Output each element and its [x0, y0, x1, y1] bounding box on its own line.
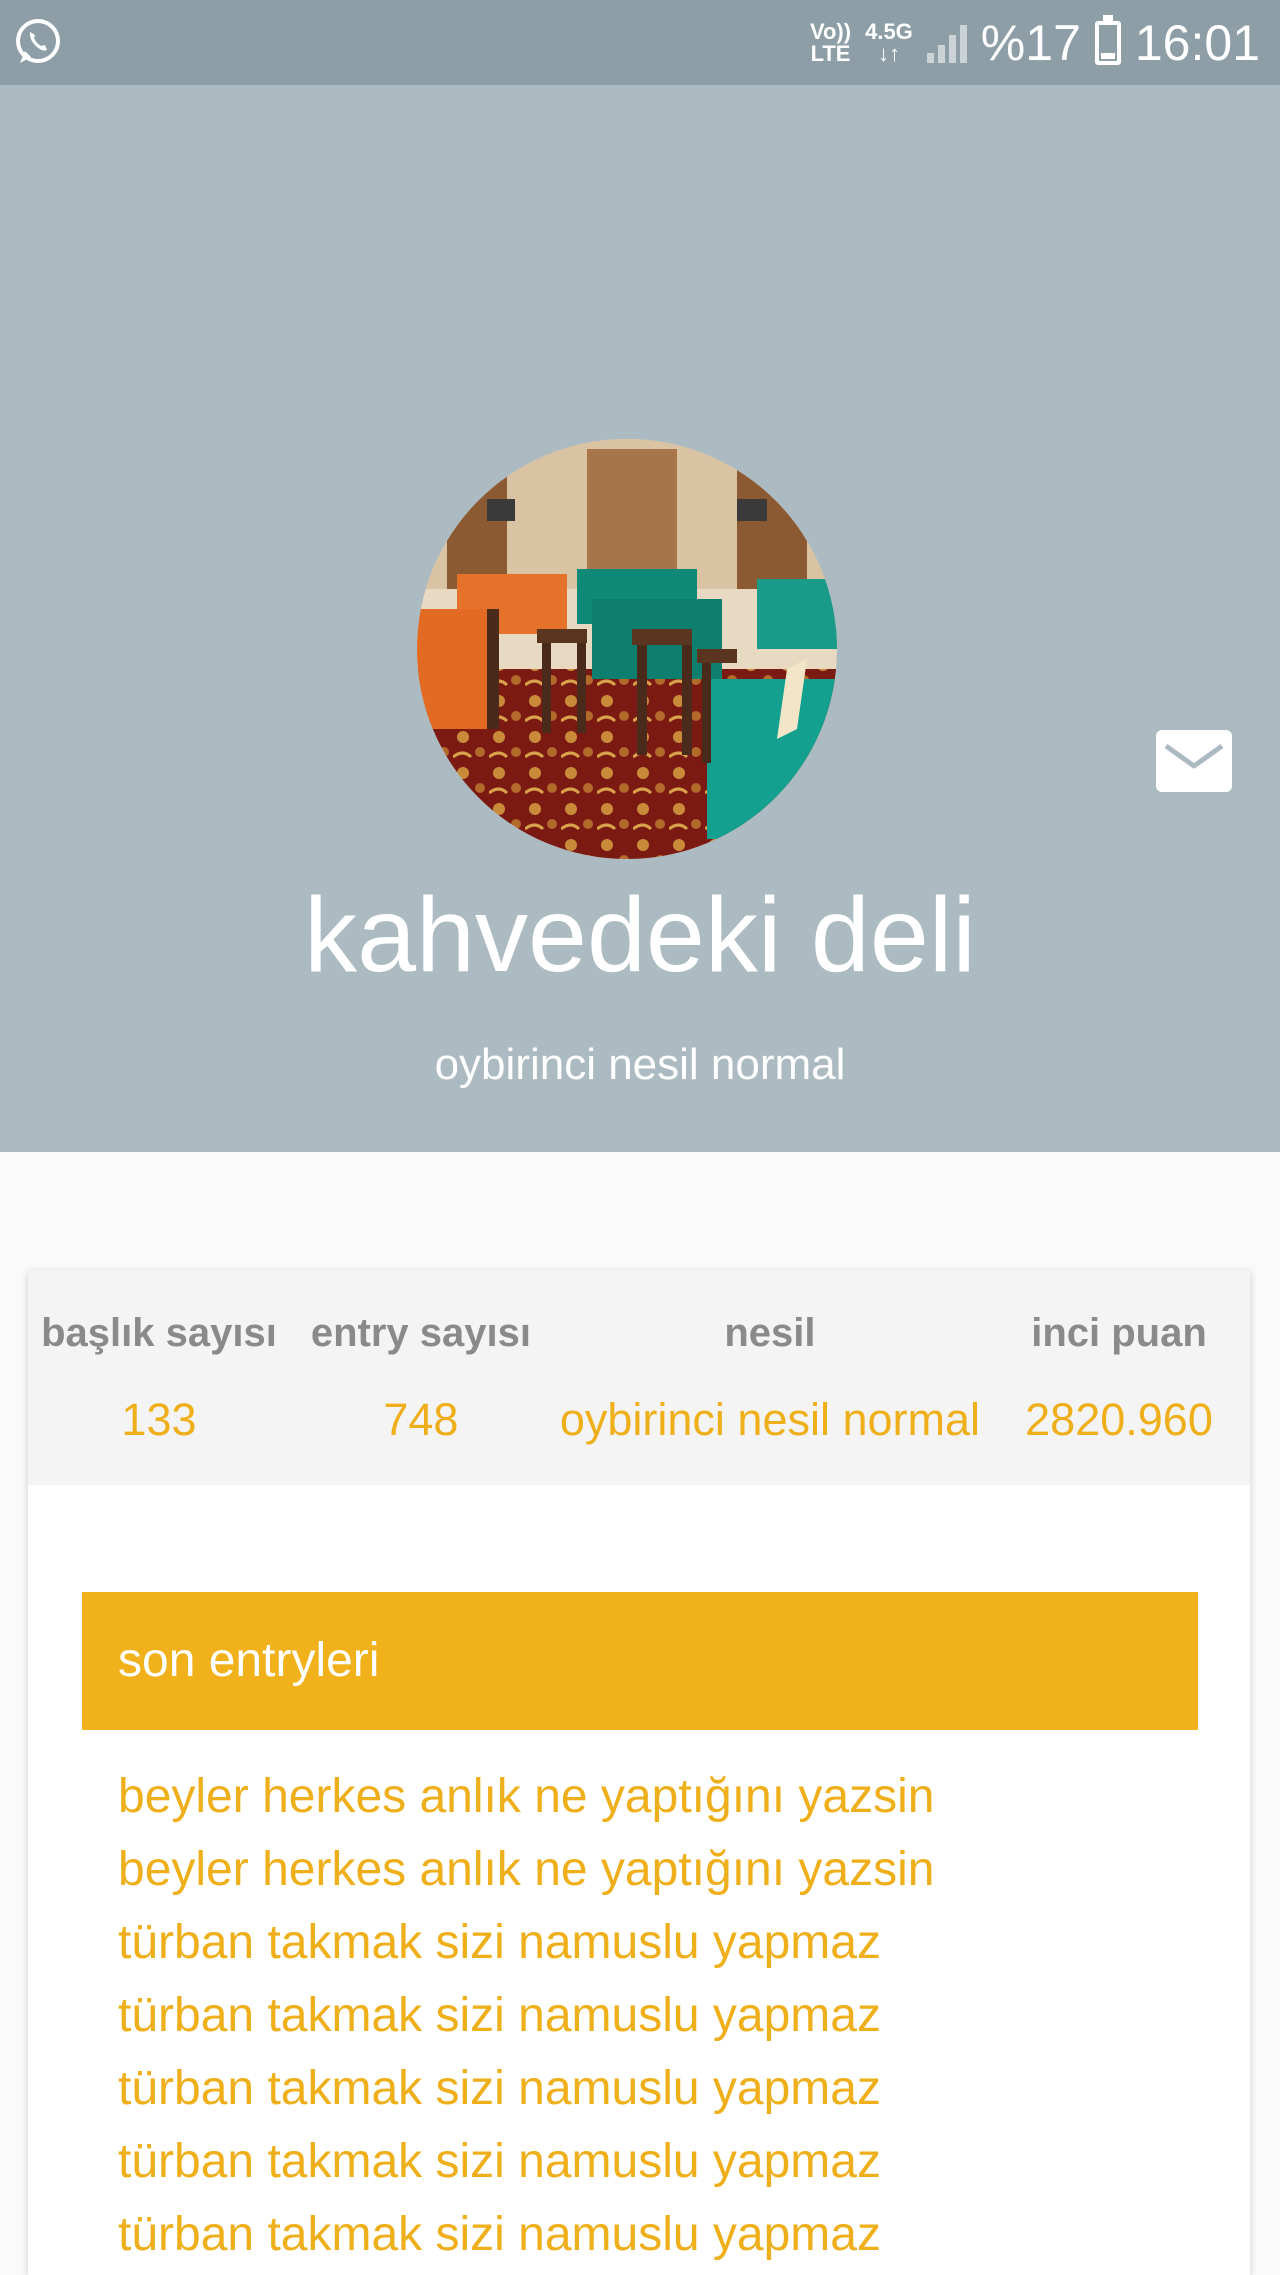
- entry-link[interactable]: türban takmak sizi namuslu yapmaz: [118, 2198, 1198, 2271]
- stat-label: nesil: [724, 1311, 816, 1355]
- stat-label: başlık sayısı: [41, 1311, 277, 1355]
- stat-topic-count: başlık sayısı 133: [28, 1270, 290, 1485]
- entry-link[interactable]: türban takmak sizi namuslu yapmaz: [118, 1979, 1198, 2052]
- whatsapp-icon: [12, 16, 64, 68]
- entry-link[interactable]: türban takmak sizi namuslu yapmaz: [118, 2125, 1198, 2198]
- send-message-button[interactable]: [1156, 730, 1232, 792]
- entry-link[interactable]: beyler herkes anlık ne yaptığını yazsin: [118, 1833, 1198, 1906]
- entry-link[interactable]: türban takmak sizi namuslu yapmaz: [118, 2052, 1198, 2125]
- stat-label: inci puan: [1031, 1311, 1207, 1355]
- mail-icon: [1164, 743, 1224, 769]
- entry-link[interactable]: türban takmak sizi namuslu yapmaz: [118, 1906, 1198, 1979]
- stat-points: inci puan 2820.960: [988, 1270, 1250, 1485]
- stat-value: 748: [383, 1394, 459, 1445]
- clock: 16:01: [1134, 14, 1260, 71]
- stat-generation: nesil oybirinci nesil normal: [552, 1270, 988, 1485]
- avatar[interactable]: [417, 439, 837, 859]
- username: kahvedeki deli: [304, 876, 976, 994]
- user-title: oybirinci nesil normal: [434, 1040, 846, 1089]
- battery-icon: [1094, 14, 1121, 65]
- recent-entries-list: beyler herkes anlık ne yaptığını yazsin …: [118, 1760, 1198, 2271]
- status-bar: Vo)) LTE 4.5G ↓↑ %17 16:01: [0, 0, 1280, 85]
- stats-bar: başlık sayısı 133 entry sayısı 748 nesil…: [28, 1270, 1250, 1485]
- profile-header: kahvedeki deli oybirinci nesil normal: [0, 85, 1280, 1152]
- stat-value: 2820.960: [1025, 1394, 1213, 1445]
- volte-indicator: Vo)) LTE: [809, 18, 852, 66]
- profile-card: başlık sayısı 133 entry sayısı 748 nesil…: [28, 1270, 1250, 2275]
- stat-entry-count: entry sayısı 748: [290, 1270, 552, 1485]
- stat-label: entry sayısı: [310, 1311, 531, 1355]
- battery-percent: %17: [980, 14, 1081, 71]
- stat-value: oybirinci nesil normal: [559, 1394, 981, 1445]
- entry-link[interactable]: beyler herkes anlık ne yaptığını yazsin: [118, 1760, 1198, 1833]
- recent-entries-header: son entryleri: [82, 1592, 1198, 1730]
- network-indicator: 4.5G ↓↑: [865, 18, 913, 66]
- signal-icon: [926, 23, 967, 63]
- stat-value: 133: [121, 1394, 197, 1445]
